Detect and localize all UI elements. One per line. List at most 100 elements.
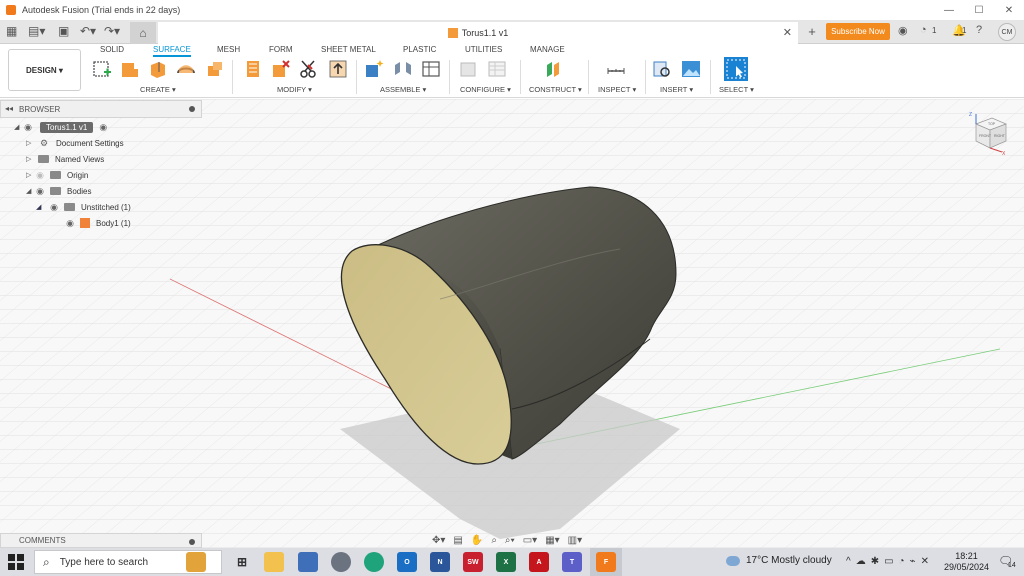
app-icon[interactable] [331,552,351,572]
visibility-eye-icon[interactable]: ◉ [64,218,76,229]
tab-solid[interactable]: SOLID [100,45,124,54]
configure-icon[interactable] [459,59,479,79]
home-tab[interactable]: ⌂ [130,22,156,44]
tab-sheet-metal[interactable]: SHEET METAL [321,45,376,54]
redo-icon[interactable]: ↷▾ [104,24,120,38]
offset-plane-icon[interactable] [543,59,563,79]
tree-item-bodies[interactable]: ◢ ◉ Bodies [26,184,91,198]
maximize-button[interactable]: ☐ [964,0,994,20]
job-status-icon[interactable]: ◔ [920,24,927,36]
acrobat-icon[interactable]: A [529,552,549,572]
group-insert[interactable]: INSERT ▾ [660,85,693,94]
onenote-icon[interactable]: N [430,552,450,572]
joint-icon[interactable] [393,59,413,79]
tree-item-unstitched[interactable]: ◢ ◉ Unstitched (1) [36,200,131,214]
document-tab[interactable]: Torus1.1 v1 ✕ [158,22,798,44]
fit-icon[interactable]: ⌕▾ [505,535,515,546]
tree-item-body1[interactable]: ◉ Body1 (1) [64,216,131,230]
system-tray[interactable]: ^☁✱▭◔⌁✕ [846,556,934,567]
tab-manage[interactable]: MANAGE [530,45,565,54]
extrude-icon[interactable] [120,59,140,79]
configuration-table-icon[interactable] [487,59,507,79]
app-icon[interactable] [298,552,318,572]
expand-icon[interactable]: ▷ [26,171,34,179]
group-inspect[interactable]: INSPECT ▾ [598,85,636,94]
insert-derive-icon[interactable] [652,59,672,79]
3d-viewport[interactable] [0,99,1024,548]
tree-item-document-settings[interactable]: ▷ ⚙ Document Settings [26,136,124,150]
visibility-eye-icon[interactable]: ◉ [34,186,46,197]
look-at-icon[interactable]: ▤ [453,535,462,546]
new-tab-button[interactable]: + [803,23,821,41]
split-body-icon[interactable] [299,59,319,79]
visibility-eye-icon[interactable]: ◉ [34,170,46,181]
collapse-icon[interactable]: ◢ [26,187,34,195]
avatar[interactable]: CM [998,23,1016,41]
browser-panel-header[interactable]: ◂◂ BROWSER [0,100,202,118]
select-icon[interactable] [724,57,748,81]
grid-settings-icon[interactable]: ▦▾ [545,535,559,546]
weather-widget[interactable]: 17°C Mostly cloudy [726,555,832,566]
patch-icon[interactable] [148,59,168,79]
revolve-icon[interactable] [176,59,196,79]
outlook-icon[interactable]: O [397,552,417,572]
workspace-switcher[interactable]: DESIGN ▾ [8,49,81,91]
tab-utilities[interactable]: UTILITIES [465,45,502,54]
tree-item-named-views[interactable]: ▷ Named Views [26,152,104,166]
close-window-button[interactable]: ✕ [994,0,1024,20]
insert-canvas-icon[interactable] [681,59,701,79]
comments-add-icon[interactable] [189,539,195,545]
visibility-eye-icon[interactable]: ◉ [48,202,60,213]
teams-icon[interactable]: T [562,552,582,572]
close-tab-icon[interactable]: ✕ [783,26,792,39]
tree-item-origin[interactable]: ▷ ◉ Origin [26,168,88,182]
undo-icon[interactable]: ↶▾ [80,24,96,38]
trim-icon[interactable] [243,59,263,79]
expand-icon[interactable]: ◢ [14,123,22,131]
viewports-icon[interactable]: ▥▾ [568,535,582,546]
file-explorer-icon[interactable] [264,552,284,572]
group-create[interactable]: CREATE ▾ [140,85,176,94]
file-menu-icon[interactable]: ▤▾ [28,24,45,38]
save-icon[interactable]: ▣ [58,24,69,38]
group-modify[interactable]: MODIFY ▾ [277,85,312,94]
comments-panel[interactable]: COMMENTS [0,533,202,548]
windows-start-icon[interactable] [8,554,24,570]
extensions-icon[interactable]: ◉ [898,24,908,37]
orbit-icon[interactable]: ✥▾ [432,535,445,546]
edge-icon[interactable] [364,552,384,572]
fusion-taskbar-icon[interactable]: F [596,552,616,572]
visibility-eye-icon[interactable]: ◉ [22,122,34,133]
group-select[interactable]: SELECT ▾ [719,85,754,94]
zoom-icon[interactable]: ⌕ [491,535,497,546]
tab-form[interactable]: FORM [269,45,293,54]
pan-icon[interactable]: ✋ [471,535,483,546]
help-icon[interactable]: ? [976,24,982,36]
loft-icon[interactable] [205,59,225,79]
delete-face-icon[interactable] [271,59,291,79]
new-component-icon[interactable] [364,59,384,79]
tab-surface[interactable]: SURFACE [153,45,191,57]
display-settings-icon[interactable]: ▭▾ [523,535,537,546]
group-configure[interactable]: CONFIGURE ▾ [460,85,511,94]
offset-icon[interactable] [328,59,348,79]
tab-plastic[interactable]: PLASTIC [403,45,436,54]
group-construct[interactable]: CONSTRUCT ▾ [529,85,582,94]
task-view-icon[interactable]: ⊞ [232,552,252,572]
excel-icon[interactable]: X [496,552,516,572]
clock[interactable]: 18:21 29/05/2024 [944,551,989,573]
tab-mesh[interactable]: MESH [217,45,240,54]
create-sketch-icon[interactable] [92,59,112,79]
active-radio-icon[interactable]: ◉ [97,122,109,133]
measure-icon[interactable] [606,59,626,79]
subscribe-button[interactable]: Subscribe Now [826,23,890,40]
expand-icon[interactable]: ▷ [26,155,34,163]
browser-pin-icon[interactable] [189,106,195,112]
app-grid-icon[interactable]: ▦ [6,24,17,38]
briefcase-icon[interactable] [186,552,206,572]
expand-icon[interactable]: ▷ [26,139,34,147]
tree-root[interactable]: ◢ ◉ Torus1.1 v1 ◉ [14,120,109,134]
as-built-joint-icon[interactable] [421,59,441,79]
solidworks-icon[interactable]: SW [463,552,483,572]
viewcube[interactable]: TOP FRONT RIGHT Z X [966,110,1012,156]
